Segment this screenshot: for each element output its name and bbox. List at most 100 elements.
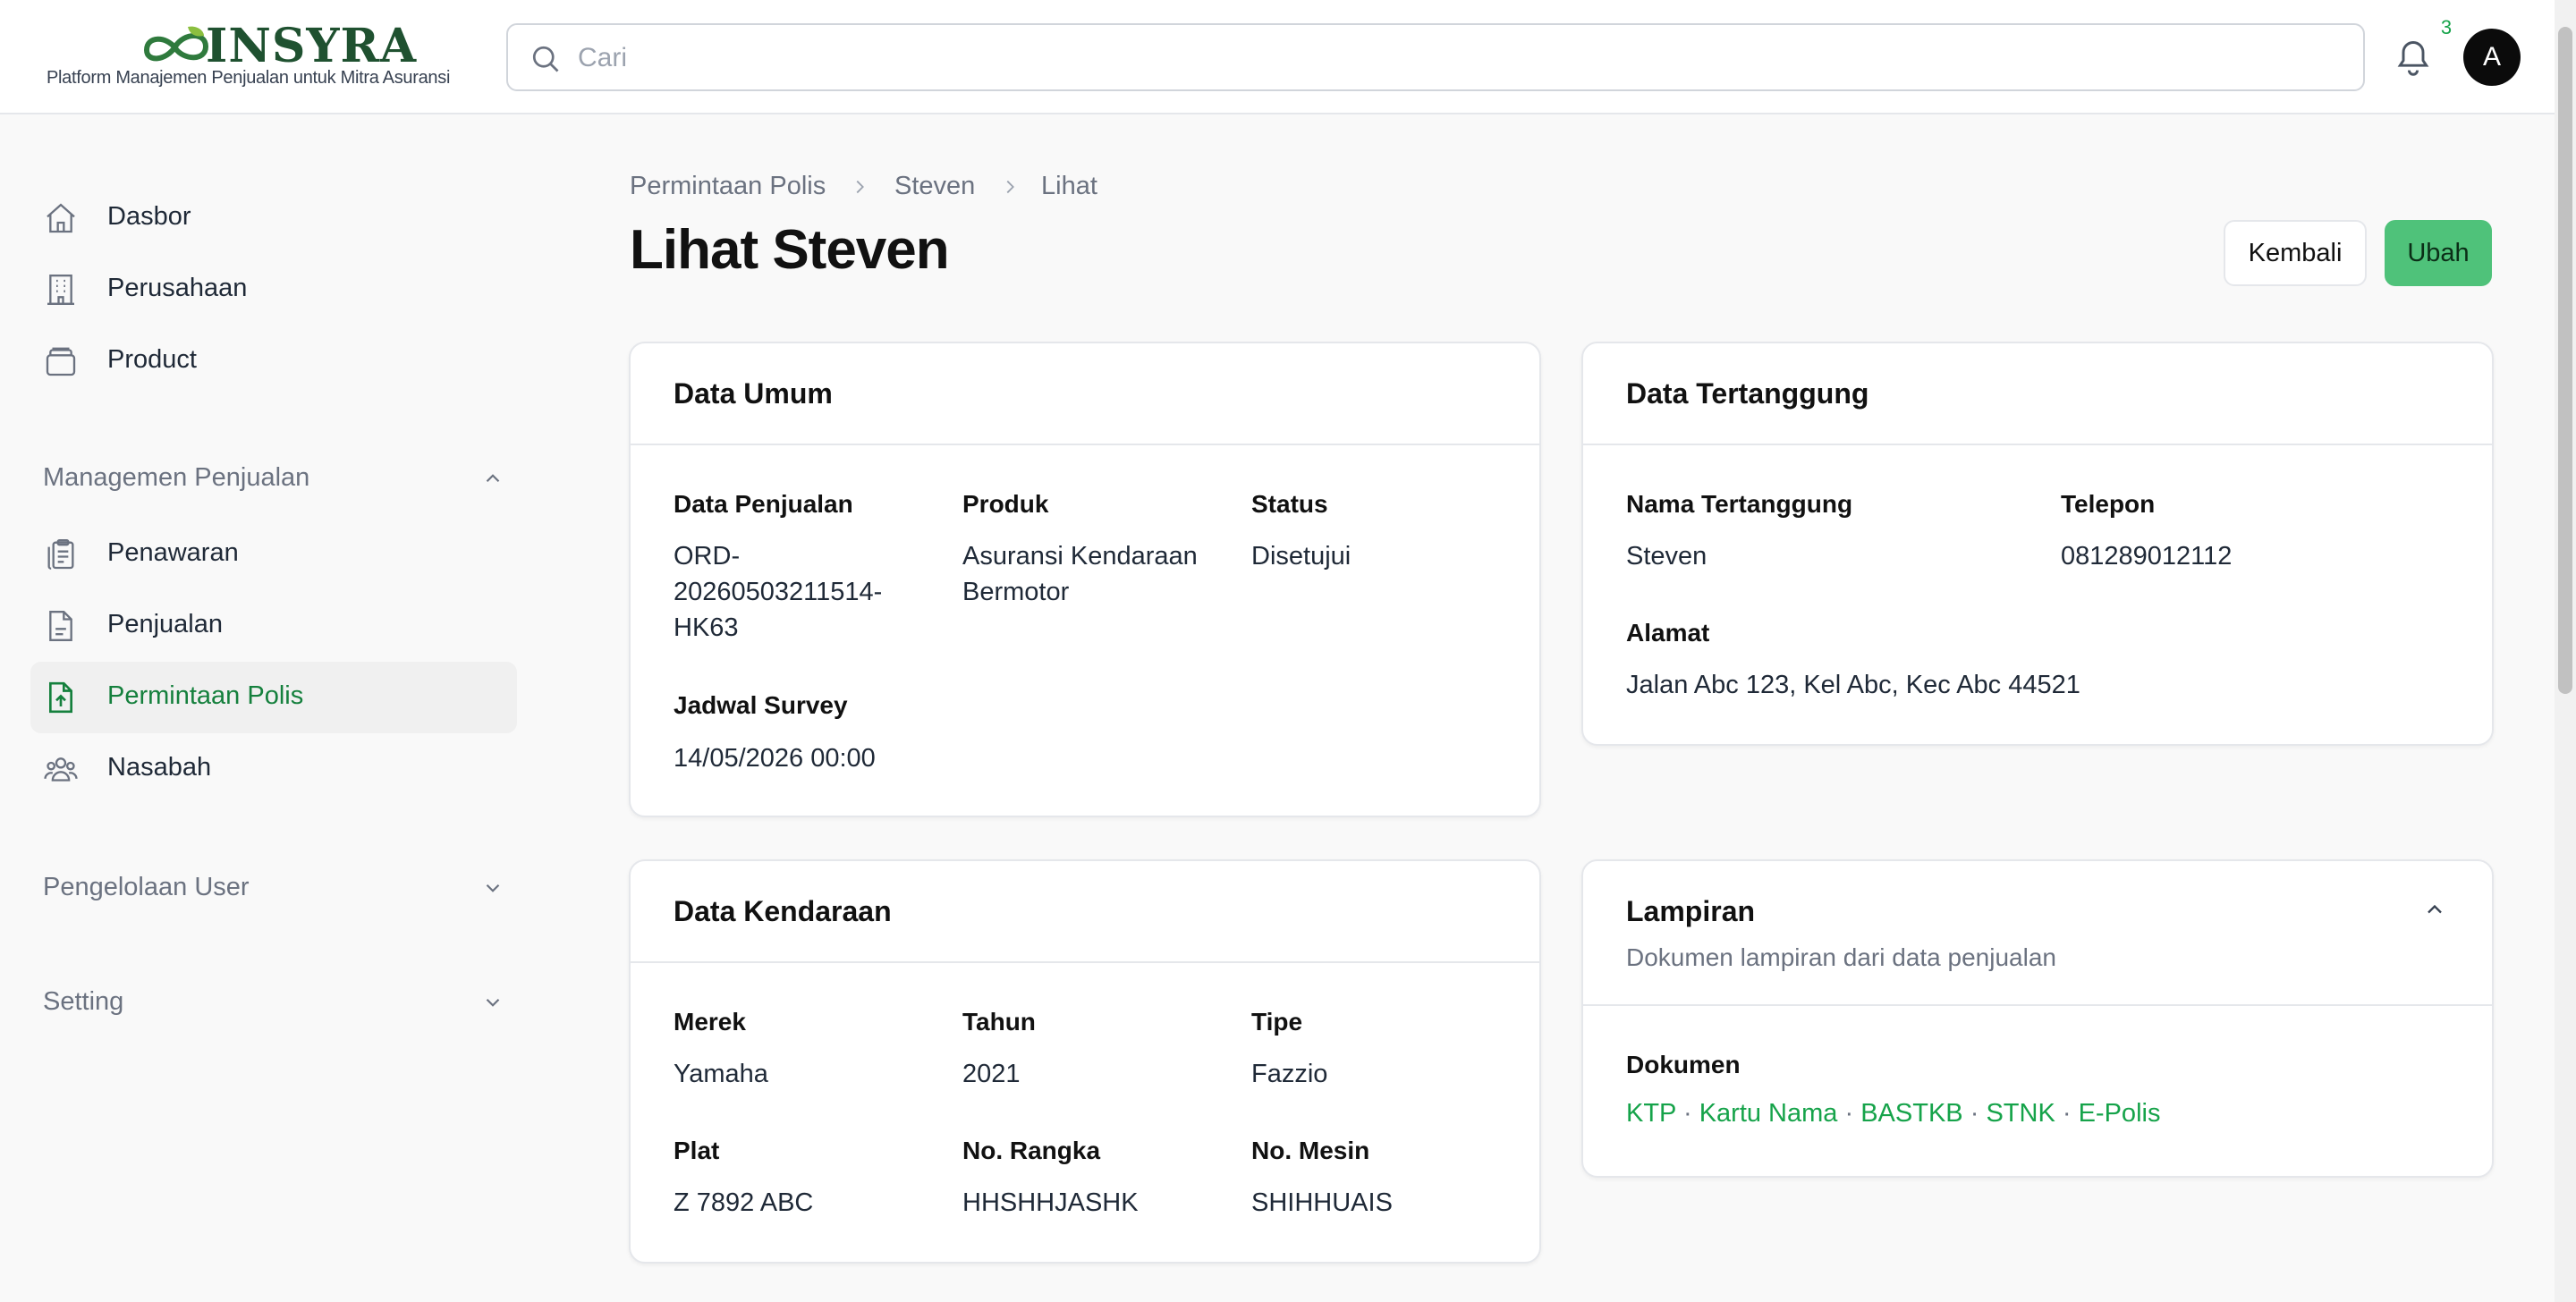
top-bar: INSYRA Platform Manajemen Penjualan untu…: [0, 0, 2555, 114]
card-title: Lampiran: [1626, 895, 1756, 927]
building-icon: [47, 275, 74, 305]
separator: ·: [1844, 1099, 1854, 1128]
sidebar-item-perusahaan[interactable]: Perusahaan: [30, 254, 517, 326]
card-data-kendaraan: Data Kendaraan Merek Yamaha Tahun 2021 T…: [629, 859, 1541, 1264]
brand-name: INSYRA: [206, 19, 418, 73]
sidebar-item-penawaran[interactable]: Penawaran: [30, 519, 517, 590]
sidebar-group-managemen-penjualan[interactable]: Managemen Penjualan: [43, 451, 504, 504]
breadcrumb-item-permintaan-polis[interactable]: Permintaan Polis: [630, 172, 826, 201]
brand-logo[interactable]: INSYRA Platform Manajemen Penjualan untu…: [47, 20, 476, 95]
sidebar-item-penjualan[interactable]: Penjualan: [30, 590, 517, 662]
back-button[interactable]: Kembali: [2224, 220, 2367, 286]
document-link-kartu-nama[interactable]: Kartu Nama: [1699, 1099, 1838, 1128]
card-header: Data Kendaraan: [631, 861, 1539, 963]
card-title: Data Kendaraan: [674, 895, 892, 927]
user-avatar[interactable]: A: [2463, 29, 2521, 86]
chevron-right-icon: [856, 180, 864, 194]
card-data-umum: Data Umum Data Penjualan ORD- 2026050321…: [629, 342, 1541, 817]
field-label-tipe: Tipe: [1251, 1008, 1303, 1036]
clipboard-icon: [47, 539, 74, 570]
home-icon: [47, 203, 75, 233]
sidebar-group-label: Pengelolaan User: [43, 873, 250, 901]
field-value-data-penjualan: ORD- 20260503211514- HK63: [674, 538, 882, 646]
field-label-telepon: Telepon: [2061, 490, 2156, 518]
notification-count-badge: 3: [2440, 16, 2453, 38]
bell-icon[interactable]: [2394, 36, 2433, 79]
field-label-tahun: Tahun: [962, 1008, 1036, 1036]
sidebar-item-nasabah[interactable]: Nasabah: [30, 733, 517, 805]
sidebar-item-permintaan-polis[interactable]: Permintaan Polis: [30, 662, 517, 733]
value-line: Bermotor: [962, 578, 1070, 606]
value-line: 20260503211514-: [674, 578, 883, 606]
field-label-produk: Produk: [962, 490, 1049, 518]
sidebar-item-label: Penawaran: [107, 538, 239, 567]
field-label-no-mesin: No. Mesin: [1251, 1137, 1370, 1164]
card-header[interactable]: Lampiran Dokumen lampiran dari data penj…: [1583, 861, 2492, 1006]
sidebar-item-dasbor[interactable]: Dasbor: [30, 182, 517, 254]
card-title: Data Tertanggung: [1626, 377, 1869, 410]
search-box[interactable]: [506, 23, 2365, 91]
field-value-jadwal-survey: 14/05/2026 00:00: [674, 744, 876, 773]
search-icon: [532, 46, 559, 72]
sidebar-group-label: Setting: [43, 987, 124, 1016]
separator: ·: [2062, 1099, 2072, 1128]
value-line: ORD-: [674, 542, 741, 571]
field-value-status: Disetujui: [1251, 542, 1352, 571]
card-subtitle: Dokumen lampiran dari data penjualan: [1626, 943, 2056, 971]
field-label-nama-tertanggung: Nama Tertanggung: [1626, 490, 1853, 518]
document-icon: [49, 611, 72, 641]
field-label-alamat: Alamat: [1626, 619, 1710, 647]
card-lampiran: Lampiran Dokumen lampiran dari data penj…: [1581, 859, 2494, 1178]
page-title: Lihat Steven: [630, 219, 950, 281]
users-icon: [44, 757, 78, 782]
chevron-up-icon[interactable]: [2422, 897, 2447, 922]
field-label-merek: Merek: [674, 1008, 746, 1036]
sidebar-item-label: Nasabah: [107, 753, 212, 782]
sidebar-item-label: Dasbor: [107, 202, 191, 231]
value-line: HK63: [674, 613, 739, 642]
field-value-tahun: 2021: [962, 1060, 1021, 1088]
field-label-data-penjualan: Data Penjualan: [674, 490, 853, 518]
sidebar-item-label: Product: [107, 345, 197, 374]
field-value-merek: Yamaha: [674, 1060, 768, 1088]
page-scrollbar-thumb[interactable]: [2558, 27, 2572, 694]
document-link-ktp[interactable]: KTP: [1626, 1099, 1676, 1128]
field-label-status: Status: [1251, 490, 1328, 518]
value-line: Asuransi Kendaraan: [962, 542, 1198, 571]
chevron-down-icon: [486, 998, 500, 1007]
sidebar-item-label: Penjualan: [107, 610, 223, 638]
chevron-right-icon: [1006, 180, 1014, 194]
search-input[interactable]: [578, 34, 2331, 82]
document-upload-icon: [49, 681, 72, 714]
breadcrumb-item-steven[interactable]: Steven: [894, 172, 975, 201]
document-link-stnk[interactable]: STNK: [1986, 1099, 2055, 1128]
field-label-jadwal-survey: Jadwal Survey: [674, 691, 848, 719]
chevron-up-icon: [486, 474, 500, 483]
field-label-no-rangka: No. Rangka: [962, 1137, 1101, 1164]
chevron-down-icon: [486, 884, 500, 892]
sidebar-group-setting[interactable]: Setting: [43, 975, 504, 1028]
card-header: Data Tertanggung: [1583, 343, 2492, 445]
card-title: Data Umum: [674, 377, 833, 410]
separator: ·: [1970, 1099, 1979, 1128]
infinity-leaf-logo-icon: [143, 26, 209, 62]
sidebar-group-pengelolaan-user[interactable]: Pengelolaan User: [43, 860, 504, 914]
card-header: Data Umum: [631, 343, 1539, 445]
field-value-no-mesin: SHIHHUAIS: [1251, 1188, 1393, 1217]
field-value-plat: Z 7892 ABC: [674, 1188, 814, 1217]
sidebar: Dasbor Perusahaan Product Managemen Penj…: [0, 116, 537, 1302]
field-label-plat: Plat: [674, 1137, 720, 1164]
edit-button[interactable]: Ubah: [2385, 220, 2492, 286]
document-link-bastkb[interactable]: BASTKB: [1860, 1099, 1962, 1128]
field-value-nama-tertanggung: Steven: [1626, 542, 1707, 571]
field-value-produk: Asuransi Kendaraan Bermotor: [962, 538, 1198, 610]
sidebar-item-product[interactable]: Product: [30, 326, 517, 397]
sidebar-item-label: Permintaan Polis: [107, 681, 304, 710]
archive-icon: [46, 347, 76, 376]
separator: ·: [1682, 1099, 1692, 1128]
sidebar-group-label: Managemen Penjualan: [43, 463, 310, 492]
brand-tagline: Platform Manajemen Penjualan untuk Mitra…: [47, 68, 451, 88]
breadcrumb-item-lihat: Lihat: [1041, 172, 1097, 200]
field-label-dokumen: Dokumen: [1626, 1051, 1741, 1078]
document-link-e-polis[interactable]: E-Polis: [2079, 1099, 2161, 1128]
